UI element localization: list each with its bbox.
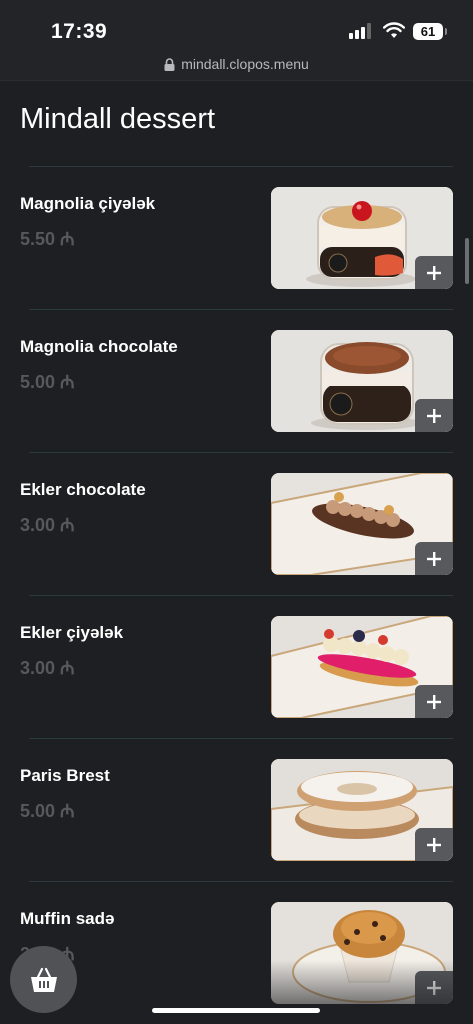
url-text: mindall.clopos.menu [181, 56, 309, 72]
item-name: Ekler chocolate [20, 480, 146, 499]
add-to-cart-button[interactable] [415, 971, 453, 1004]
muffin-image[interactable] [271, 902, 453, 1004]
menu-item[interactable]: Magnolia chocolate 5.00 ₼ [20, 309, 453, 452]
divider [0, 80, 473, 81]
item-price: 3.00 ₼ [20, 658, 75, 678]
menu-item[interactable]: Ekler chocolate 3.00 ₼ [20, 452, 453, 595]
address-bar[interactable]: mindall.clopos.menu [0, 56, 473, 72]
basket-icon [30, 967, 57, 992]
cart-button[interactable] [10, 946, 77, 1013]
add-to-cart-button[interactable] [415, 399, 453, 432]
menu-item[interactable]: Magnolia çiyələk 5.50 ₼ [20, 166, 453, 309]
add-to-cart-button[interactable] [415, 256, 453, 289]
item-name: Ekler çiyələk [20, 623, 124, 642]
strawberry-jar-dessert-image[interactable] [271, 187, 453, 289]
add-to-cart-button[interactable] [415, 542, 453, 575]
plus-icon [427, 980, 441, 995]
plus-icon [427, 837, 441, 852]
item-price: 5.00 ₼ [20, 372, 75, 392]
status-bar: 17:39 61 mindall.clopos.menu [0, 0, 473, 80]
menu-item[interactable]: Ekler çiyələk 3.00 ₼ [20, 595, 453, 738]
item-price: 5.50 ₼ [20, 229, 75, 249]
chocolate-eclair-image[interactable] [271, 473, 453, 575]
battery-indicator: 61 [413, 22, 447, 40]
wifi-icon [383, 22, 405, 38]
lock-icon [164, 57, 175, 71]
item-name: Magnolia chocolate [20, 337, 178, 356]
menu-item[interactable]: Paris Brest 5.00 ₼ [20, 738, 453, 881]
status-icons: 61 [349, 22, 447, 40]
scrollbar[interactable] [465, 238, 469, 284]
plus-icon [427, 408, 441, 423]
plus-icon [427, 694, 441, 709]
page-title: Mindall dessert [20, 103, 216, 135]
item-price: 3.00 ₼ [20, 515, 75, 535]
item-name: Muffin sadə [20, 909, 115, 928]
add-to-cart-button[interactable] [415, 828, 453, 861]
paris-brest-pastry-image[interactable] [271, 759, 453, 861]
item-name: Magnolia çiyələk [20, 194, 156, 213]
strawberry-eclair-image[interactable] [271, 616, 453, 718]
item-name: Paris Brest [20, 766, 110, 785]
plus-icon [427, 551, 441, 566]
menu-item[interactable]: Muffin sadə 2.50 ₼ [20, 881, 453, 1024]
add-to-cart-button[interactable] [415, 685, 453, 718]
plus-icon [427, 265, 441, 280]
chocolate-jar-dessert-image[interactable] [271, 330, 453, 432]
cellular-signal-icon [349, 23, 371, 39]
item-price: 5.00 ₼ [20, 801, 75, 821]
menu-list: Magnolia çiyələk 5.50 ₼ Magnolia chocola… [0, 166, 473, 1024]
status-time: 17:39 [51, 20, 108, 43]
home-indicator[interactable] [152, 1008, 320, 1013]
